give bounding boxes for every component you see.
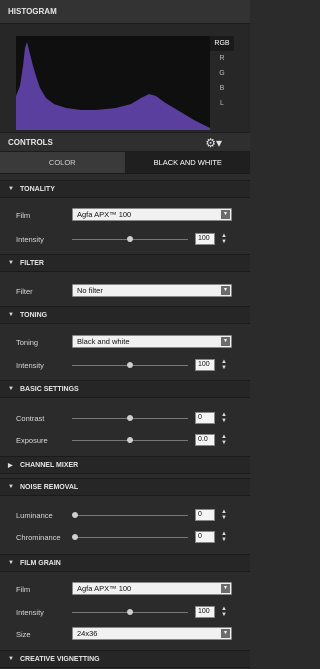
section-noise-removal[interactable]: ▼ NOISE REMOVAL	[0, 478, 250, 496]
tab-black-and-white[interactable]: BLACK AND WHITE	[125, 152, 250, 173]
grain-intensity-field[interactable]: 100	[195, 606, 215, 618]
slider-knob[interactable]	[127, 609, 133, 615]
histogram-header: HISTOGRAM	[0, 0, 250, 24]
channel-l[interactable]: L	[210, 96, 234, 111]
expand-arrow-icon: ▼	[8, 560, 14, 566]
section-channel-mixer[interactable]: ▶ CHANNEL MIXER	[0, 456, 250, 474]
mode-tabs: COLOR BLACK AND WHITE	[0, 152, 250, 174]
stepper-icon[interactable]: ▲ ▼	[221, 606, 229, 618]
intensity-field[interactable]: 100	[195, 233, 215, 245]
histogram-graph	[16, 42, 210, 130]
luminance-slider[interactable]	[72, 512, 188, 518]
slider-knob[interactable]	[72, 534, 78, 540]
section-film-grain[interactable]: ▼ FILM GRAIN	[0, 554, 250, 572]
chevron-down-icon: ▼	[221, 629, 230, 638]
toning-select[interactable]: Black and white ▼	[72, 335, 232, 348]
intensity-slider[interactable]	[72, 236, 188, 242]
slider-knob[interactable]	[127, 415, 133, 421]
film-value: Agfa APX™ 100	[77, 210, 132, 219]
stepper-icon[interactable]: ▲ ▼	[221, 509, 229, 521]
section-creative-vignetting[interactable]: ▼ CREATIVE VIGNETTING	[0, 650, 250, 668]
toning-label: Toning	[16, 338, 39, 347]
contrast-field[interactable]: 0	[195, 412, 215, 424]
histogram-area	[16, 42, 210, 130]
chrominance-field[interactable]: 0	[195, 531, 215, 543]
grain-film-label: Film	[16, 585, 31, 594]
intensity-field[interactable]: 100	[195, 359, 215, 371]
histogram-plot	[16, 36, 210, 130]
contrast-label: Contrast	[16, 414, 45, 423]
section-basic-settings[interactable]: ▼ BASIC SETTINGS	[0, 380, 250, 398]
stepper-icon[interactable]: ▲ ▼	[221, 434, 229, 446]
controls-title: CONTROLS	[8, 137, 53, 147]
expand-arrow-icon: ▼	[8, 386, 14, 392]
section-title: TONALITY	[20, 185, 55, 193]
section-title: FILM GRAIN	[20, 559, 61, 567]
controls-header: CONTROLS ⚙▾	[0, 132, 250, 152]
channel-rgb[interactable]: RGB	[210, 36, 234, 51]
chrominance-label: Chrominance	[16, 533, 61, 542]
channel-g[interactable]: G	[210, 66, 234, 81]
expand-arrow-icon: ▼	[8, 312, 14, 318]
filter-label: Filter	[16, 287, 33, 296]
section-toning[interactable]: ▼ TONING	[0, 306, 250, 324]
luminance-label: Luminance	[16, 511, 53, 520]
grain-film-select[interactable]: Agfa APX™ 100 ▼	[72, 582, 232, 595]
expand-arrow-icon: ▼	[8, 260, 14, 266]
filter-value: No filter	[77, 286, 103, 295]
histogram-panel: RGB R G B L	[0, 24, 250, 132]
slider-knob[interactable]	[72, 512, 78, 518]
intensity-label: Intensity	[16, 361, 44, 370]
chevron-down-icon: ▼	[221, 584, 230, 593]
chevron-down-icon: ▼	[221, 337, 230, 346]
section-title: FILTER	[20, 259, 44, 267]
film-label: Film	[16, 211, 31, 220]
expand-arrow-icon: ▼	[8, 656, 14, 662]
section-title: NOISE REMOVAL	[20, 483, 79, 491]
histogram-title: HISTOGRAM	[8, 7, 57, 16]
section-title: TONING	[20, 311, 48, 319]
film-select[interactable]: Agfa APX™ 100 ▼	[72, 208, 232, 221]
luminance-field[interactable]: 0	[195, 509, 215, 521]
exposure-slider[interactable]	[72, 437, 188, 443]
exposure-label: Exposure	[16, 436, 48, 445]
filter-select[interactable]: No filter ▼	[72, 284, 232, 297]
exposure-field[interactable]: 0.0	[195, 434, 215, 446]
stepper-icon[interactable]: ▲ ▼	[221, 233, 229, 245]
grain-intensity-slider[interactable]	[72, 609, 188, 615]
size-value: 24x36	[77, 629, 98, 638]
grain-film-value: Agfa APX™ 100	[77, 584, 132, 593]
section-title: CREATIVE VIGNETTING	[20, 655, 100, 663]
size-label: Size	[16, 630, 31, 639]
slider-knob[interactable]	[127, 362, 133, 368]
stepper-icon[interactable]: ▲ ▼	[221, 412, 229, 424]
expand-arrow-icon: ▼	[8, 186, 14, 192]
slider-knob[interactable]	[127, 236, 133, 242]
section-filter[interactable]: ▼ FILTER	[0, 254, 250, 272]
grain-intensity-label: Intensity	[16, 608, 44, 617]
section-title: CHANNEL MIXER	[20, 461, 79, 469]
section-title: BASIC SETTINGS	[20, 385, 79, 393]
section-tonality[interactable]: ▼ TONALITY	[0, 180, 250, 198]
contrast-slider[interactable]	[72, 415, 188, 421]
size-select[interactable]: 24x36 ▼	[72, 627, 232, 640]
chrominance-slider[interactable]	[72, 534, 188, 540]
intensity-slider[interactable]	[72, 362, 188, 368]
channel-selector[interactable]: RGB R G B L	[210, 36, 234, 111]
chevron-down-icon: ▼	[221, 286, 230, 295]
stepper-icon[interactable]: ▲ ▼	[221, 359, 229, 371]
toning-value: Black and white	[77, 337, 130, 346]
channel-r[interactable]: R	[210, 51, 234, 66]
tab-color[interactable]: COLOR	[0, 152, 126, 173]
stepper-icon[interactable]: ▲ ▼	[221, 531, 229, 543]
channel-b[interactable]: B	[210, 81, 234, 96]
intensity-label: Intensity	[16, 235, 44, 244]
gear-icon[interactable]: ⚙▾	[205, 136, 222, 150]
expand-arrow-icon: ▼	[8, 484, 14, 490]
chevron-down-icon: ▼	[221, 210, 230, 219]
slider-knob[interactable]	[127, 437, 133, 443]
collapsed-arrow-icon: ▶	[8, 462, 13, 469]
